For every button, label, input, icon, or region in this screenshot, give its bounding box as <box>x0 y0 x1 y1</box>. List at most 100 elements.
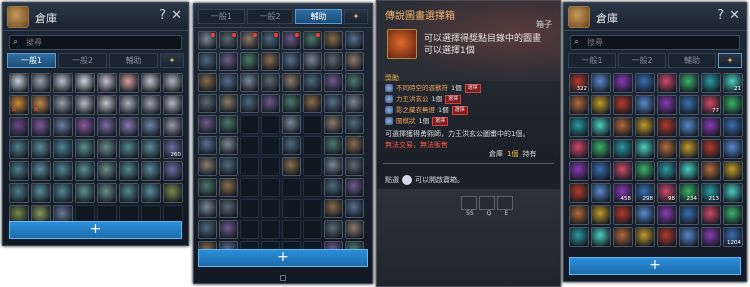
search-box[interactable]: ⌕ <box>9 35 182 50</box>
tab-special[interactable]: ✦ <box>160 53 184 68</box>
item-slot[interactable] <box>701 227 721 247</box>
item-slot[interactable] <box>657 73 677 93</box>
item-slot[interactable] <box>198 220 217 239</box>
empty-slot[interactable] <box>240 157 259 176</box>
item-slot[interactable] <box>240 94 259 113</box>
item-slot[interactable] <box>345 157 364 176</box>
item-slot[interactable] <box>198 73 217 92</box>
item-slot[interactable] <box>31 161 51 181</box>
item-slot[interactable] <box>163 95 183 115</box>
item-slot[interactable] <box>97 139 117 159</box>
item-slot[interactable] <box>261 73 280 92</box>
empty-slot[interactable] <box>240 199 259 218</box>
item-slot[interactable] <box>163 183 183 203</box>
item-slot[interactable] <box>119 117 139 137</box>
item-slot[interactable] <box>701 117 721 137</box>
item-slot[interactable] <box>97 95 117 115</box>
item-slot[interactable]: 458 <box>613 183 633 203</box>
item-slot[interactable] <box>141 161 161 181</box>
item-slot[interactable] <box>282 73 301 92</box>
item-slot[interactable] <box>613 227 633 247</box>
item-slot[interactable] <box>141 95 161 115</box>
empty-slot[interactable] <box>261 220 280 239</box>
item-slot[interactable] <box>9 183 29 203</box>
item-slot[interactable] <box>345 94 364 113</box>
item-slot[interactable] <box>97 183 117 203</box>
item-slot[interactable] <box>324 73 343 92</box>
item-slot[interactable] <box>53 139 73 159</box>
select-reward-button[interactable]: 選擇 <box>464 83 481 93</box>
item-slot[interactable] <box>282 31 301 50</box>
item-slot[interactable]: 298 <box>635 183 655 203</box>
empty-slot[interactable] <box>240 136 259 155</box>
item-slot[interactable] <box>723 117 743 137</box>
item-slot[interactable] <box>240 31 259 50</box>
item-slot[interactable] <box>345 178 364 197</box>
item-slot[interactable] <box>701 161 721 181</box>
item-slot[interactable] <box>657 161 677 181</box>
item-slot[interactable] <box>219 31 238 50</box>
item-slot[interactable] <box>97 73 117 93</box>
item-slot[interactable]: 77 <box>701 95 721 115</box>
item-slot[interactable] <box>141 139 161 159</box>
item-slot[interactable]: 322 <box>569 73 589 93</box>
tab-general-1[interactable]: 一般1 <box>568 53 616 68</box>
item-slot[interactable] <box>163 161 183 181</box>
skill-slot[interactable] <box>461 196 477 210</box>
item-slot[interactable] <box>635 227 655 247</box>
item-slot[interactable] <box>324 199 343 218</box>
titlebar[interactable]: 倉庫 ? ✕ <box>3 3 188 31</box>
empty-slot[interactable] <box>303 136 322 155</box>
item-slot[interactable] <box>723 183 743 203</box>
help-button[interactable]: ? <box>717 8 724 24</box>
item-slot[interactable] <box>324 178 343 197</box>
item-slot[interactable] <box>591 205 611 225</box>
select-reward-button[interactable]: 選擇 <box>445 94 462 104</box>
item-slot[interactable]: ✕ <box>9 95 29 115</box>
item-slot[interactable] <box>261 31 280 50</box>
item-slot[interactable] <box>591 117 611 137</box>
item-slot[interactable] <box>219 157 238 176</box>
item-slot[interactable] <box>635 205 655 225</box>
item-slot[interactable] <box>657 139 677 159</box>
empty-slot[interactable] <box>261 115 280 134</box>
item-slot[interactable] <box>324 31 343 50</box>
item-slot[interactable] <box>679 205 699 225</box>
item-slot[interactable] <box>723 205 743 225</box>
item-slot[interactable] <box>31 183 51 203</box>
item-slot[interactable] <box>613 95 633 115</box>
item-slot[interactable] <box>613 205 633 225</box>
empty-slot[interactable] <box>261 199 280 218</box>
item-slot[interactable] <box>569 183 589 203</box>
item-slot[interactable] <box>219 220 238 239</box>
item-slot[interactable] <box>635 139 655 159</box>
item-slot[interactable] <box>198 199 217 218</box>
item-slot[interactable] <box>701 139 721 159</box>
item-slot[interactable] <box>635 161 655 181</box>
select-reward-button[interactable]: 選擇 <box>451 105 468 115</box>
add-slot-button[interactable]: + <box>198 249 368 267</box>
add-slot-button[interactable]: + <box>569 257 741 275</box>
item-slot[interactable] <box>141 183 161 203</box>
item-slot[interactable] <box>219 178 238 197</box>
item-slot[interactable] <box>613 73 633 93</box>
item-slot[interactable] <box>31 73 51 93</box>
empty-slot[interactable] <box>240 115 259 134</box>
empty-slot[interactable] <box>261 157 280 176</box>
item-slot[interactable] <box>679 227 699 247</box>
item-slot[interactable] <box>75 161 95 181</box>
item-slot[interactable] <box>261 52 280 71</box>
empty-slot[interactable] <box>303 178 322 197</box>
item-slot[interactable] <box>723 161 743 181</box>
item-slot[interactable]: 21 <box>723 73 743 93</box>
empty-slot[interactable] <box>303 115 322 134</box>
item-slot[interactable] <box>345 52 364 71</box>
item-slot[interactable] <box>53 73 73 93</box>
item-slot[interactable] <box>97 161 117 181</box>
empty-slot[interactable] <box>261 136 280 155</box>
item-slot[interactable]: 98 <box>657 183 677 203</box>
item-slot[interactable] <box>679 95 699 115</box>
item-slot[interactable] <box>324 157 343 176</box>
item-slot[interactable]: 260 <box>163 139 183 159</box>
item-slot[interactable] <box>282 52 301 71</box>
